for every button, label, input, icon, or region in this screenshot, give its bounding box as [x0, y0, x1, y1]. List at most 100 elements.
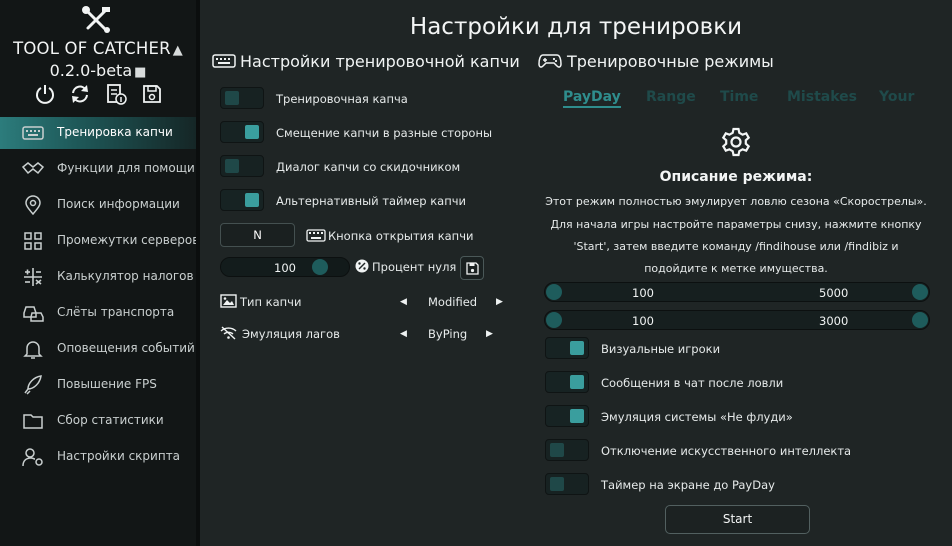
- mode-description-line: 'Start', затем введите команду /findihou…: [573, 240, 899, 253]
- range-max-value: 3000: [819, 314, 849, 328]
- sidebar-item-label: Повышение FPS: [57, 377, 157, 391]
- keyboard-icon: [22, 126, 44, 140]
- option-label: Эмуляция системы «Не флуди»: [601, 410, 793, 424]
- save-icon[interactable]: [141, 83, 163, 105]
- slider-thumb-min[interactable]: [546, 284, 562, 300]
- folder-icon: [23, 414, 43, 429]
- lag-emulation-label: Эмуляция лагов: [242, 327, 340, 341]
- option-label: Смещение капчи в разные стороны: [276, 126, 493, 140]
- slider-thumb-min[interactable]: [546, 312, 562, 328]
- toggle-ai-off[interactable]: [545, 439, 589, 461]
- mode-description-line: Для начала игры настройте параметры сниз…: [550, 218, 922, 231]
- zero-percent-value: 100: [274, 261, 296, 275]
- arrow-left-icon[interactable]: ◀: [400, 329, 407, 339]
- toggle-flood-emulation[interactable]: [545, 405, 589, 427]
- sidebar-item-event-alerts[interactable]: Оповещения событий: [0, 333, 196, 365]
- range-min-value: 100: [632, 286, 654, 300]
- toggle-training-captcha[interactable]: [220, 87, 264, 109]
- tools-logo-icon: [82, 6, 110, 33]
- tab-mistakes[interactable]: Mistakes: [787, 89, 857, 105]
- refresh-icon[interactable]: [69, 83, 91, 105]
- sidebar-item-label: Промежутки серверов: [57, 233, 200, 247]
- sidebar-item-label: Калькулятор налогов: [57, 269, 194, 283]
- range-max-value: 5000: [819, 286, 849, 300]
- toggle-payday-timer[interactable]: [545, 473, 589, 495]
- tab-range[interactable]: Range: [646, 89, 696, 105]
- sidebar-item-tax-calculator[interactable]: Калькулятор налогов: [0, 261, 196, 293]
- document-info-icon[interactable]: [105, 83, 127, 105]
- toggle-discount-dialog[interactable]: [220, 155, 264, 177]
- slider-thumb[interactable]: [312, 259, 328, 275]
- sidebar-item-label: Настройки скрипта: [57, 449, 181, 463]
- option-label: Таймер на экране до PayDay: [601, 478, 775, 492]
- sidebar-item-captcha-training[interactable]: Тренировка капчи: [0, 117, 196, 149]
- cars-icon: [23, 306, 44, 322]
- calculator-icon: [24, 268, 42, 286]
- rocket-icon: [24, 375, 42, 395]
- sidebar-item-label: Поиск информации: [57, 197, 180, 211]
- wifi-off-icon: [220, 326, 237, 340]
- save-icon: [466, 262, 479, 275]
- sidebar-item-statistics[interactable]: Сбор статистики: [0, 405, 196, 437]
- arrow-right-icon[interactable]: ▶: [496, 297, 503, 307]
- captcha-type-value: Modified: [428, 295, 478, 309]
- start-button[interactable]: Start: [665, 505, 810, 534]
- sidebar-item-label: Слёты транспорта: [57, 305, 175, 319]
- range-slider-1[interactable]: 100 5000: [544, 282, 930, 302]
- sidebar: TOOL OF CATCHER ▲ 0.2.0-beta ■ Тренировка …: [0, 0, 200, 546]
- slider-fill: [221, 258, 320, 276]
- sidebar-item-help-functions[interactable]: Функции для помощи: [0, 153, 196, 185]
- option-label: Отключение искусственного интеллекта: [601, 444, 852, 458]
- sidebar-item-label: Сбор статистики: [57, 413, 164, 427]
- range-min-value: 100: [632, 314, 654, 328]
- option-label: Диалог капчи со скидочником: [276, 160, 461, 174]
- sidebar-item-server-intervals[interactable]: Промежутки серверов: [0, 225, 200, 257]
- image-icon: [220, 294, 237, 308]
- location-search-icon: [25, 195, 41, 215]
- keyboard-icon: [212, 54, 236, 68]
- zero-percent-label: Процент нуля: [372, 260, 457, 274]
- grid-icon: [24, 232, 42, 250]
- power-icon[interactable]: [34, 83, 56, 105]
- mode-description-line: Этот режим полностью эмулирует ловлю сез…: [545, 195, 927, 208]
- tab-time[interactable]: Time: [720, 89, 758, 105]
- option-label: Альтернативный таймер капчи: [276, 194, 467, 208]
- save-percent-button[interactable]: [460, 256, 484, 280]
- captcha-key-input[interactable]: [220, 223, 295, 247]
- sidebar-item-script-settings[interactable]: Настройки скрипта: [0, 441, 196, 473]
- tab-payday[interactable]: PayDay: [563, 89, 621, 108]
- gift-icon: ■: [134, 65, 147, 80]
- zero-percent-slider[interactable]: 100: [220, 257, 350, 277]
- toggle-captcha-offset[interactable]: [220, 121, 264, 143]
- training-modes-title: Тренировочные режимы: [567, 52, 774, 71]
- slider-thumb-max[interactable]: [912, 312, 928, 328]
- handshake-icon: [22, 162, 44, 175]
- user-gear-icon: [22, 448, 43, 467]
- lag-emulation-value: ByPing: [428, 327, 468, 341]
- arrow-left-icon[interactable]: ◀: [400, 297, 407, 307]
- sidebar-item-fps-boost[interactable]: Повышение FPS: [0, 369, 196, 401]
- option-label: Сообщения в чат после ловли: [601, 376, 784, 390]
- option-label: Тренировочная капча: [276, 92, 408, 106]
- range-slider-2[interactable]: 100 3000: [544, 310, 930, 330]
- app-version: 0.2.0-beta ■: [49, 61, 147, 80]
- toggle-alt-timer[interactable]: [220, 189, 264, 211]
- captcha-settings-title: Настройки тренировочной капчи: [240, 52, 520, 71]
- toggle-visual-players[interactable]: [545, 337, 589, 359]
- sidebar-item-label: Оповещения событий: [57, 341, 195, 355]
- page-title: Настройки для тренировки: [409, 14, 743, 40]
- toggle-chat-messages[interactable]: [545, 371, 589, 393]
- arrow-right-icon[interactable]: ▶: [486, 329, 493, 339]
- tab-your[interactable]: Your: [879, 89, 914, 105]
- tree-icon: ▲: [172, 43, 183, 58]
- mode-description-line: подойдите к метке имущества.: [644, 262, 828, 275]
- sidebar-item-info-search[interactable]: Поиск информации: [0, 189, 196, 221]
- mode-description-title: Описание режима:: [659, 169, 813, 185]
- sidebar-item-transport-slots[interactable]: Слёты транспорта: [0, 297, 196, 329]
- slider-thumb-max[interactable]: [912, 284, 928, 300]
- option-label: Визуальные игроки: [601, 342, 721, 356]
- captcha-type-label: Тип капчи: [240, 295, 302, 309]
- gear-icon: [721, 127, 751, 157]
- gamepad-icon: [538, 54, 562, 68]
- percent-icon: [355, 259, 369, 273]
